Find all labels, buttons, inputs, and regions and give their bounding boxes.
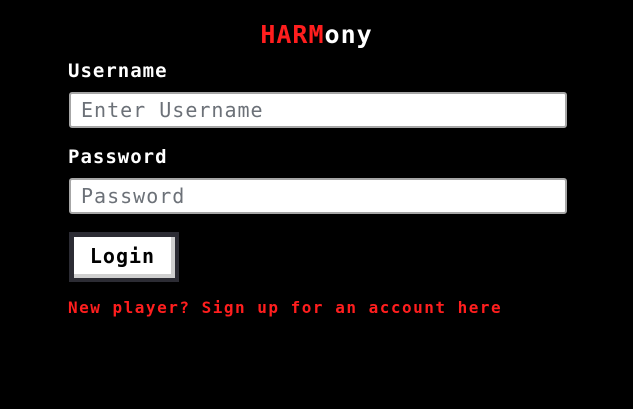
app-title-white: ony (324, 20, 373, 49)
login-button-frame: Login (69, 232, 179, 282)
signup-link[interactable]: New player? Sign up for an account here (68, 298, 502, 318)
password-label: Password (68, 146, 168, 168)
password-input[interactable] (69, 178, 567, 214)
app-title-red: HARM (260, 20, 325, 49)
username-label: Username (68, 60, 168, 82)
login-button[interactable]: Login (74, 237, 175, 278)
app-title: HARMony (0, 20, 633, 50)
username-input[interactable] (69, 92, 567, 128)
